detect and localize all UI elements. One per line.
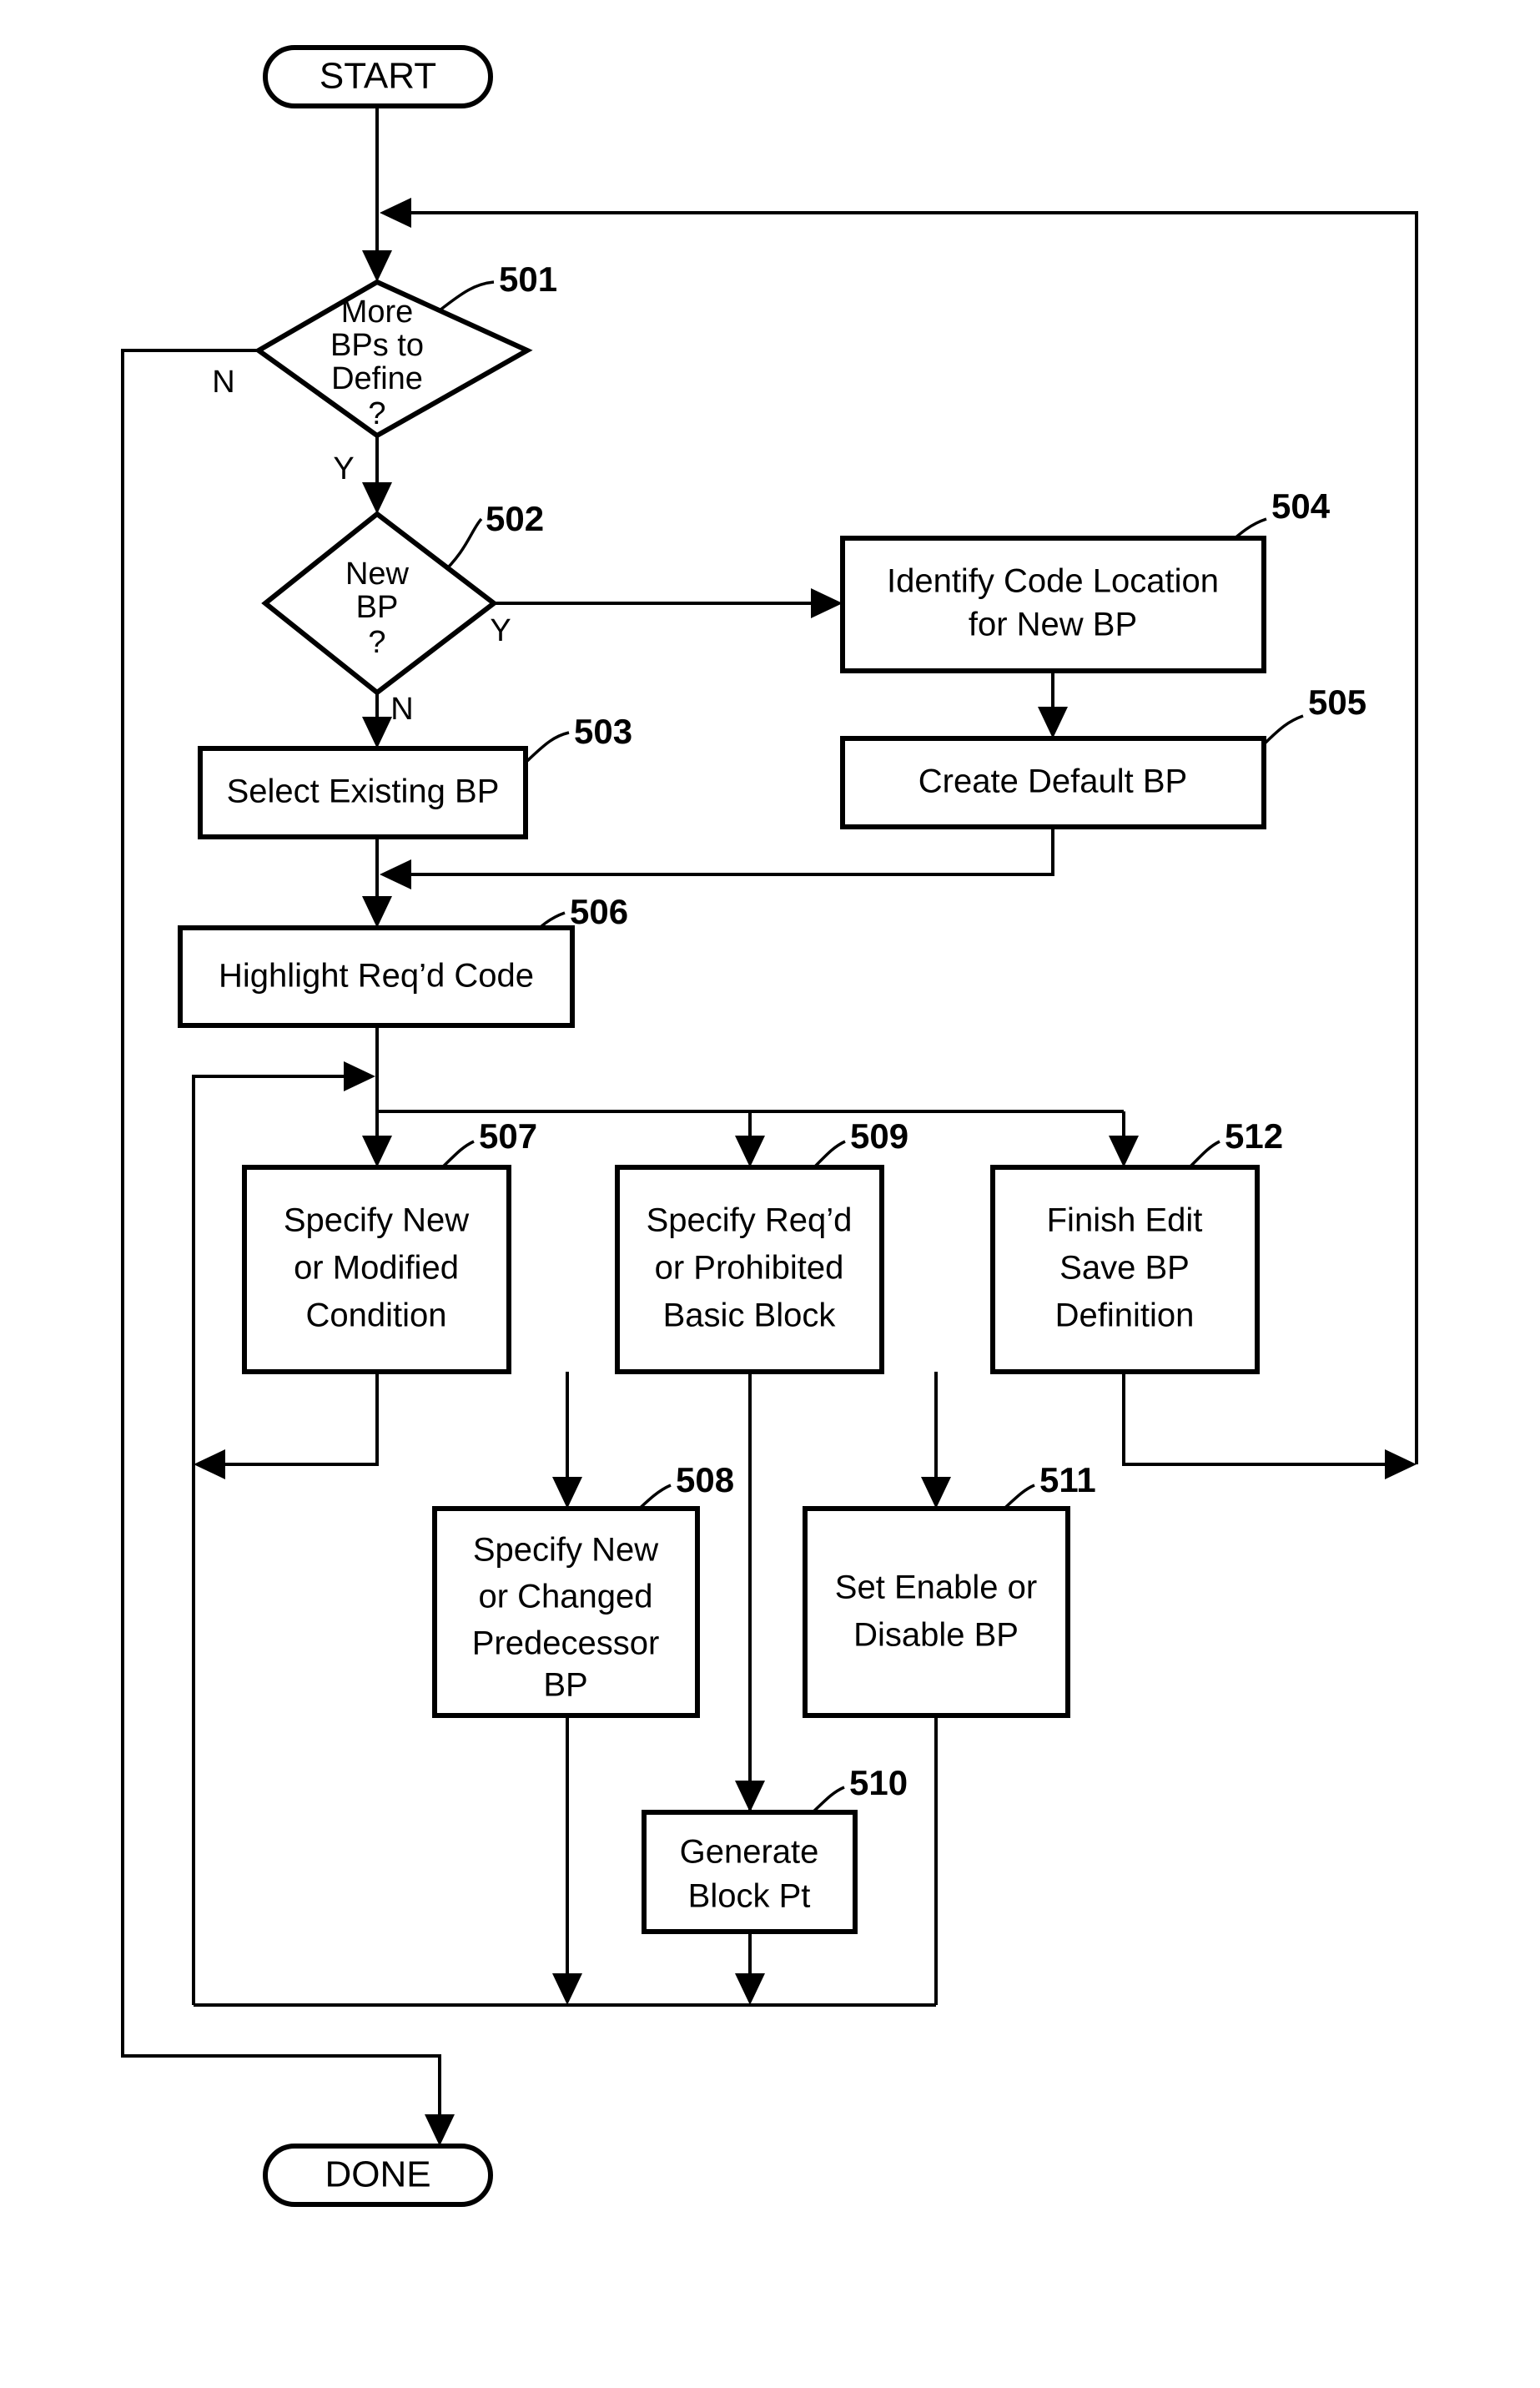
connector-504-to-505 xyxy=(1038,671,1068,738)
ref-505: 505 xyxy=(1308,683,1366,722)
node-505-process: Create Default BP 505 xyxy=(840,683,1366,829)
connector-512-to-return-bus xyxy=(1122,1372,1417,1479)
node-508-line3: Predecessor xyxy=(472,1625,660,1662)
node-507-line1: Specify New xyxy=(284,1202,469,1239)
ref-510: 510 xyxy=(849,1763,908,1802)
ref-501: 501 xyxy=(499,259,557,299)
ref-506: 506 xyxy=(570,892,628,931)
connector-to-510 xyxy=(735,1765,765,1812)
flowchart-diagram: START More BPs to Define ? N Y 501 New B… xyxy=(121,45,1418,2207)
ref-504: 504 xyxy=(1271,486,1331,526)
connector-507-out-left xyxy=(194,1372,379,1479)
connector-502-yes-to-504 xyxy=(494,588,843,618)
ref-512: 512 xyxy=(1225,1116,1283,1156)
leader-503 xyxy=(526,731,570,763)
node-504-line2: for New BP xyxy=(969,607,1137,643)
node-510-line1: Generate xyxy=(680,1834,819,1871)
node-start: START xyxy=(263,45,493,108)
connector-509-to-511 xyxy=(921,1372,951,1509)
node-512-line1: Finish Edit xyxy=(1047,1202,1203,1239)
connector-502-no-to-503 xyxy=(362,693,392,748)
node-505-line1: Create Default BP xyxy=(918,763,1187,800)
done-label: DONE xyxy=(325,2154,430,2195)
node-501-branch-yes: Y xyxy=(333,451,354,486)
node-508-line1: Specify New xyxy=(473,1532,658,1569)
node-501-line4: ? xyxy=(368,396,385,431)
node-502-line2: BP xyxy=(356,590,399,625)
node-508-line2: or Changed xyxy=(478,1579,652,1615)
figure-root: START More BPs to Define ? N Y 501 New B… xyxy=(0,0,1540,2388)
node-501-decision: More BPs to Define ? N Y 501 xyxy=(212,259,557,486)
node-502-branch-yes: Y xyxy=(490,613,511,648)
node-506-process: Highlight Req’d Code 506 xyxy=(178,892,628,1028)
node-511-line1: Set Enable or xyxy=(835,1569,1037,1606)
node-502-branch-no: N xyxy=(390,692,413,727)
connector-508-to-collector xyxy=(552,1715,582,2005)
node-507-process: Specify New or Modified Condition 507 xyxy=(242,1116,537,1374)
ref-502: 502 xyxy=(486,499,544,538)
leader-501 xyxy=(438,280,495,312)
node-512-process: Finish Edit Save BP Definition 512 xyxy=(990,1116,1283,1374)
connector-start-to-501 xyxy=(362,106,392,282)
ref-507: 507 xyxy=(479,1116,537,1156)
ref-511: 511 xyxy=(1039,1460,1096,1499)
ref-508: 508 xyxy=(676,1460,734,1499)
connector-507-to-508 xyxy=(552,1372,582,1509)
ref-503: 503 xyxy=(574,712,632,751)
node-507-line3: Condition xyxy=(305,1297,446,1334)
node-509-line3: Basic Block xyxy=(663,1297,837,1334)
connector-503-to-506 xyxy=(362,837,392,928)
node-501-line1: More xyxy=(341,295,414,330)
node-502-line3: ? xyxy=(368,625,385,660)
node-508-process: Specify New or Changed Predecessor BP 50… xyxy=(432,1460,734,1718)
node-509-line2: or Prohibited xyxy=(655,1250,844,1287)
node-512-line2: Save BP xyxy=(1059,1250,1190,1287)
node-503-process: Select Existing BP 503 xyxy=(198,712,632,839)
node-504-process: Identify Code Location for New BP 504 xyxy=(840,486,1331,673)
node-502-decision: New BP ? Y N 502 xyxy=(261,499,544,727)
node-503-line1: Select Existing BP xyxy=(227,773,500,810)
node-512-line3: Definition xyxy=(1055,1297,1195,1334)
node-done: DONE xyxy=(263,2144,493,2207)
node-504-line1: Identify Code Location xyxy=(887,563,1219,600)
node-511-line2: Disable BP xyxy=(853,1617,1019,1654)
node-501-line3: Define xyxy=(331,361,423,396)
node-510-process: Generate Block Pt 510 xyxy=(642,1763,908,1934)
node-511-process: Set Enable or Disable BP 511 xyxy=(803,1460,1096,1718)
connector-501-yes-to-502 xyxy=(362,436,392,514)
node-509-line1: Specify Req’d xyxy=(647,1202,853,1239)
node-507-line2: or Modified xyxy=(294,1250,459,1287)
start-label: START xyxy=(320,56,436,97)
connector-return-bus-right xyxy=(380,198,1418,1464)
node-502-line1: New xyxy=(345,557,410,592)
node-501-line2: BPs to xyxy=(330,328,424,363)
node-510-line2: Block Pt xyxy=(688,1878,811,1915)
node-509-process: Specify Req’d or Prohibited Basic Block … xyxy=(615,1116,908,1374)
leader-505 xyxy=(1260,714,1304,748)
ref-509: 509 xyxy=(850,1116,908,1156)
node-508-line4: BP xyxy=(543,1667,587,1704)
node-501-branch-no: N xyxy=(212,365,234,400)
node-506-line1: Highlight Req’d Code xyxy=(219,958,534,995)
